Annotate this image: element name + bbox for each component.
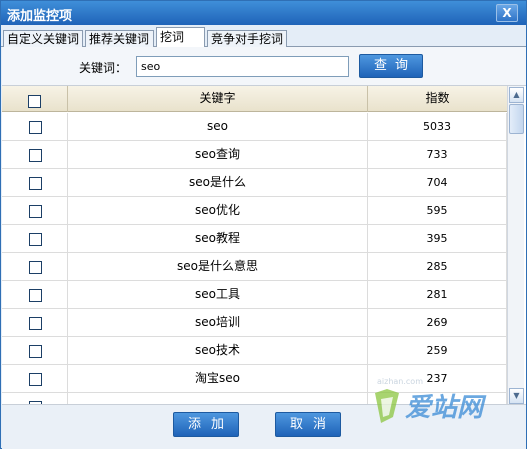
title-bar[interactable]: 添加监控项 X — [1, 1, 526, 25]
close-icon: X — [502, 6, 512, 20]
table-row[interactable]: seo是什么 704 — [2, 169, 507, 197]
index-cell: 733 — [368, 141, 507, 168]
header-keyword[interactable]: 关键字 — [68, 86, 368, 112]
table-row[interactable]: seo 5033 — [2, 113, 507, 141]
keyword-cell — [68, 393, 368, 404]
dialog-title: 添加监控项 — [7, 9, 73, 24]
index-cell: 5033 — [368, 113, 507, 140]
row-checkbox[interactable] — [29, 232, 42, 246]
watermark-url: aizhan.com — [377, 377, 423, 386]
keyword-cell: 淘宝seo — [68, 365, 368, 392]
row-select-cell — [2, 337, 68, 364]
keyword-cell: seo教程 — [68, 225, 368, 252]
tab-custom-keywords[interactable]: 自定义关键词 — [3, 30, 83, 47]
keyword-cell: seo工具 — [68, 281, 368, 308]
table-row[interactable]: seo技术 259 — [2, 337, 507, 365]
table-row[interactable]: seo教程 395 — [2, 225, 507, 253]
row-select-cell — [2, 253, 68, 280]
aizhan-logo-icon — [375, 389, 399, 423]
scroll-thumb[interactable] — [509, 104, 524, 134]
index-cell: 285 — [368, 253, 507, 280]
vertical-scrollbar[interactable]: ▲ ▼ — [507, 86, 524, 404]
row-select-cell — [2, 281, 68, 308]
aizhan-watermark: aizhan.com 爱站网 — [371, 377, 521, 433]
keyword-cell: seo — [68, 113, 368, 140]
keyword-cell: seo优化 — [68, 197, 368, 224]
keyword-cell: seo培训 — [68, 309, 368, 336]
add-button[interactable]: 添加 — [173, 412, 239, 437]
keyword-cell: seo是什么 — [68, 169, 368, 196]
results-table: 关键字 指数 seo 5033 seo查询 733 seo是什么 704 seo… — [2, 85, 526, 404]
close-button[interactable]: X — [496, 4, 518, 22]
cancel-button[interactable]: 取消 — [275, 412, 341, 437]
row-select-cell — [2, 113, 68, 140]
row-checkbox[interactable] — [29, 176, 42, 190]
row-checkbox[interactable] — [29, 260, 42, 274]
row-checkbox[interactable] — [29, 288, 42, 302]
keyword-cell: seo技术 — [68, 337, 368, 364]
index-cell: 281 — [368, 281, 507, 308]
index-cell: 704 — [368, 169, 507, 196]
keyword-input[interactable] — [136, 56, 349, 77]
table-row[interactable]: seo工具 281 — [2, 281, 507, 309]
table-header: 关键字 指数 — [2, 86, 507, 112]
tab-competitor-mining[interactable]: 竞争对手挖词 — [207, 30, 287, 47]
table-row[interactable]: seo优化 595 — [2, 197, 507, 225]
query-button[interactable]: 查询 — [359, 54, 423, 78]
row-checkbox[interactable] — [29, 344, 42, 358]
row-checkbox[interactable] — [29, 372, 42, 386]
row-checkbox[interactable] — [29, 148, 42, 162]
tab-mine-words[interactable]: 挖词 — [156, 27, 205, 48]
table-row[interactable]: seo培训 269 — [2, 309, 507, 337]
keyword-cell: seo是什么意思 — [68, 253, 368, 280]
row-select-cell — [2, 309, 68, 336]
row-checkbox[interactable] — [29, 316, 42, 330]
table-body: seo 5033 seo查询 733 seo是什么 704 seo优化 595 — [2, 113, 507, 404]
keyword-cell: seo查询 — [68, 141, 368, 168]
index-cell: 259 — [368, 337, 507, 364]
row-checkbox[interactable] — [29, 204, 42, 218]
tab-recommended-keywords[interactable]: 推荐关键词 — [85, 30, 154, 47]
index-cell: 595 — [368, 197, 507, 224]
row-select-cell — [2, 141, 68, 168]
select-all-checkbox[interactable] — [28, 95, 41, 108]
header-select-cell — [2, 86, 68, 112]
row-select-cell — [2, 197, 68, 224]
table-row[interactable]: seo查询 733 — [2, 141, 507, 169]
row-select-cell — [2, 365, 68, 392]
header-index[interactable]: 指数 — [368, 86, 507, 112]
row-checkbox[interactable] — [29, 120, 42, 134]
add-monitor-dialog: 添加监控项 X 自定义关键词 推荐关键词 挖词 竞争对手挖词 关键词： 查询 关… — [0, 0, 527, 449]
index-cell: 269 — [368, 309, 507, 336]
scroll-up-icon[interactable]: ▲ — [509, 87, 524, 103]
row-select-cell — [2, 169, 68, 196]
search-bar: 关键词： 查询 — [2, 47, 526, 85]
row-select-cell — [2, 393, 68, 404]
watermark-text: 爱站网 — [405, 393, 484, 423]
row-select-cell — [2, 225, 68, 252]
keyword-label: 关键词： — [79, 61, 128, 75]
index-cell: 395 — [368, 225, 507, 252]
table-row[interactable]: seo是什么意思 285 — [2, 253, 507, 281]
tab-bar: 自定义关键词 推荐关键词 挖词 竞争对手挖词 — [1, 27, 526, 48]
